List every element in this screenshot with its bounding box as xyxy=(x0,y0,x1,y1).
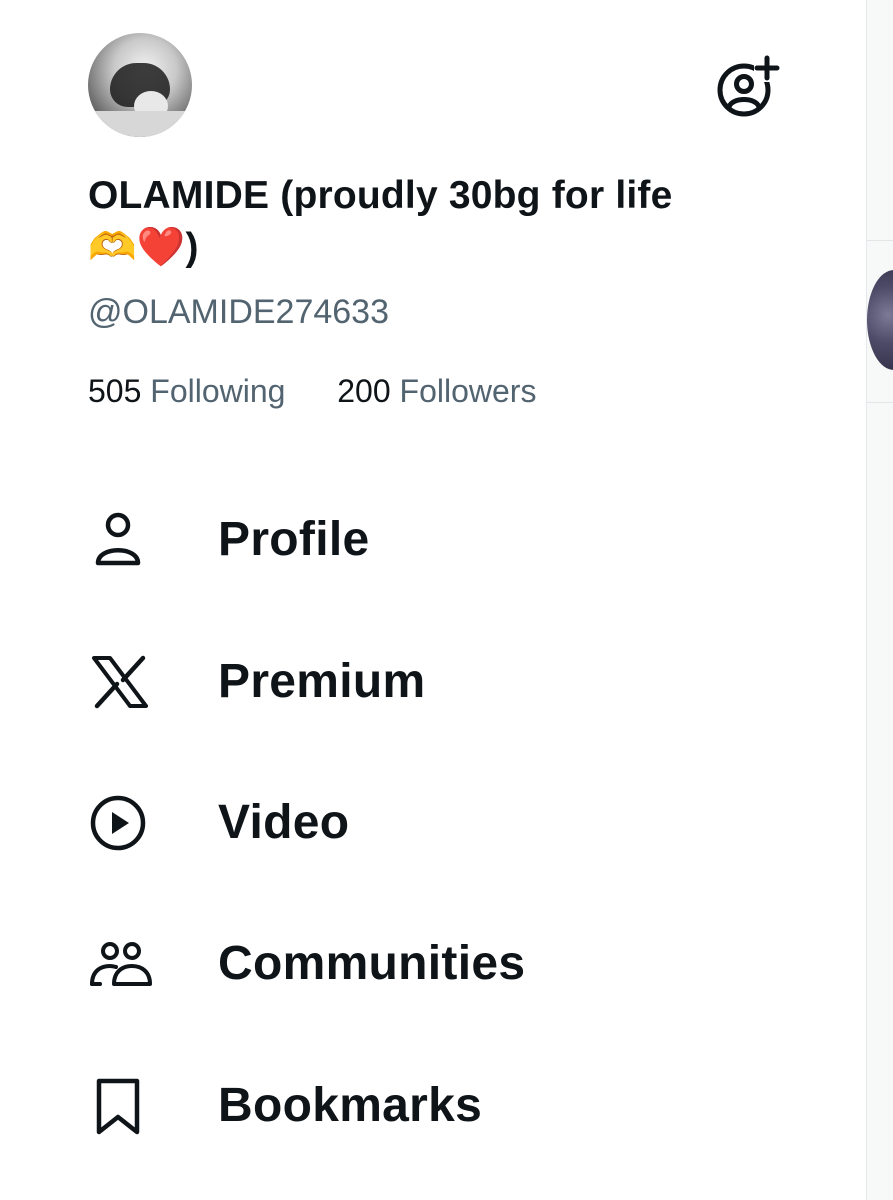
menu-item-communities[interactable]: Communities xyxy=(88,924,788,1004)
followers-label: Followers xyxy=(399,373,537,409)
bookmark-icon xyxy=(88,1066,152,1146)
background-timeline-peek xyxy=(866,0,893,1200)
following-label: Following xyxy=(150,373,286,409)
following-link[interactable]: 505 Following xyxy=(88,373,294,409)
menu-item-premium[interactable]: Premium xyxy=(88,642,788,722)
display-name: OLAMIDE (proudly 30bg for life 🫶❤️) xyxy=(88,174,673,269)
add-user-icon xyxy=(717,55,780,117)
menu-item-video[interactable]: Video xyxy=(88,783,788,863)
menu-label-video: Video xyxy=(218,796,350,849)
followers-link[interactable]: 200 Followers xyxy=(337,373,536,409)
peek-avatar xyxy=(867,270,893,370)
person-icon xyxy=(88,500,152,580)
add-account-button[interactable] xyxy=(716,54,780,118)
menu-label-profile: Profile xyxy=(218,513,370,566)
user-handle: @OLAMIDE274633 xyxy=(88,293,390,331)
menu-item-profile[interactable]: Profile xyxy=(88,500,788,580)
followers-count: 200 xyxy=(337,373,391,409)
avatar[interactable] xyxy=(88,33,192,137)
menu-label-communities: Communities xyxy=(218,937,526,990)
menu-item-bookmarks[interactable]: Bookmarks xyxy=(88,1066,788,1146)
menu-label-bookmarks: Bookmarks xyxy=(218,1079,483,1132)
follow-stats: 505 Following 200 Followers xyxy=(88,370,536,412)
divider xyxy=(867,402,893,403)
divider xyxy=(867,240,893,241)
play-circle-icon xyxy=(88,783,152,863)
side-drawer: OLAMIDE (proudly 30bg for life 🫶❤️) @OLA… xyxy=(0,0,866,1200)
menu-label-premium: Premium xyxy=(218,655,426,708)
communities-icon xyxy=(88,924,152,1004)
avatar-foreground xyxy=(88,111,192,137)
following-count: 505 xyxy=(88,373,142,409)
x-logo-icon xyxy=(88,642,152,722)
